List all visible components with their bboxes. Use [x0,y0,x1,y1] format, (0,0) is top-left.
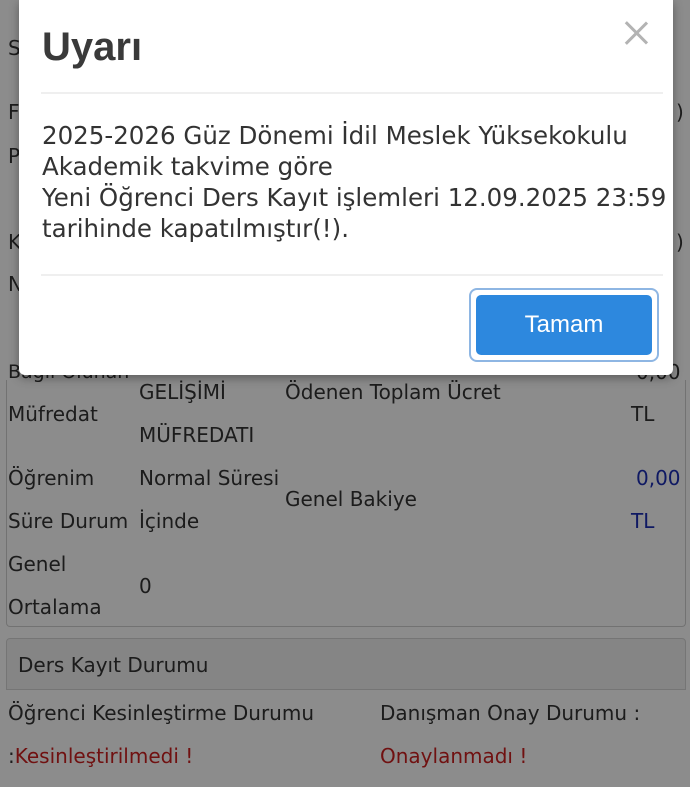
message-line-3: Yeni Öğrenci Ders Kayıt işlemleri 12.09.… [42,183,667,212]
warning-dialog: Uyarı 2025-2026 Güz Dönemi İdil Meslek Y… [19,0,673,375]
ok-button-focus-ring: Tamam [469,288,659,362]
dialog-body: 2025-2026 Güz Dönemi İdil Meslek Yükseko… [41,92,666,276]
dialog-message: 2025-2026 Güz Dönemi İdil Meslek Yükseko… [42,120,666,244]
message-line-4: tarihinde kapatılmıştır(!). [42,214,349,243]
message-line-1: 2025-2026 Güz Dönemi İdil Meslek Yükseko… [42,121,628,150]
message-line-2: Akademik takvime göre [42,152,333,181]
ok-button[interactable]: Tamam [476,295,652,355]
close-icon[interactable] [619,12,653,52]
dialog-title: Uyarı [42,25,143,69]
